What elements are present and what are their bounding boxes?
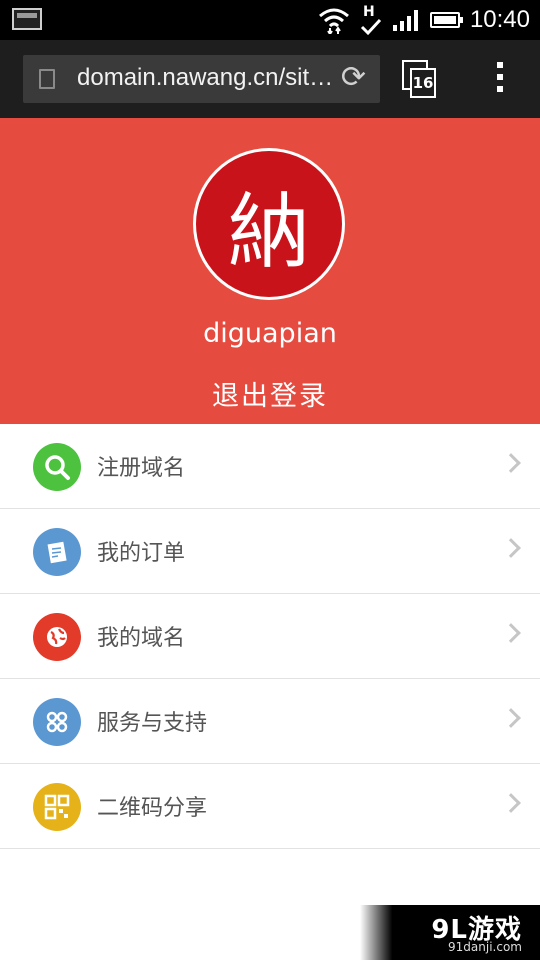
logo-glyph: 納	[196, 151, 342, 297]
tab-count: 16	[410, 68, 436, 98]
menu-item-service-support[interactable]: 服务与支持	[0, 679, 540, 764]
qrcode-icon	[33, 783, 81, 831]
address-bar[interactable]: domain.nawang.cn/sit… ⟳	[23, 55, 380, 103]
menu-item-register-domain[interactable]: 注册域名	[0, 424, 540, 509]
menu-item-label: 服务与支持	[97, 711, 208, 736]
chevron-right-icon	[501, 623, 521, 643]
menu-list: 注册域名 我的订单 我的域名 服务与支持 二维码分享	[0, 424, 540, 849]
watermark-url: 91danji.com	[448, 940, 522, 954]
chevron-right-icon	[501, 708, 521, 728]
clock: 10:40	[469, 6, 530, 33]
page-icon	[39, 69, 55, 89]
chevron-right-icon	[501, 793, 521, 813]
service-icon	[33, 698, 81, 746]
profile-header: 納 diguapian 退出登录	[0, 118, 540, 424]
menu-item-qrcode-share[interactable]: 二维码分享	[0, 764, 540, 849]
chevron-right-icon	[501, 453, 521, 473]
menu-item-label: 我的域名	[97, 626, 186, 651]
reload-icon[interactable]: ⟳	[341, 61, 366, 95]
overflow-menu-icon[interactable]	[495, 62, 505, 98]
menu-item-label: 我的订单	[97, 541, 186, 566]
order-icon	[33, 528, 81, 576]
network-h-icon: H	[360, 4, 382, 36]
watermark: 9L游戏 91danji.com	[360, 905, 540, 960]
wifi-icon	[318, 8, 349, 34]
status-bar: H 10:40	[0, 0, 540, 40]
status-icons: H 10:40	[318, 0, 530, 40]
battery-icon	[429, 12, 463, 28]
logout-button[interactable]: 退出登录	[0, 374, 540, 413]
menu-item-my-orders[interactable]: 我的订单	[0, 509, 540, 594]
globe-icon	[33, 613, 81, 661]
url-text[interactable]: domain.nawang.cn/sit…	[77, 64, 333, 92]
signal-icon	[392, 10, 418, 31]
search-icon	[33, 443, 81, 491]
browser-toolbar: domain.nawang.cn/sit… ⟳ 16	[0, 40, 540, 118]
username: diguapian	[203, 318, 337, 349]
menu-item-label: 注册域名	[97, 456, 186, 481]
tabs-icon[interactable]: 16	[402, 60, 436, 98]
menu-item-my-domains[interactable]: 我的域名	[0, 594, 540, 679]
avatar[interactable]: 納	[193, 148, 345, 300]
screenshot-icon	[12, 8, 42, 30]
chevron-right-icon	[501, 538, 521, 558]
menu-item-label: 二维码分享	[97, 796, 208, 821]
